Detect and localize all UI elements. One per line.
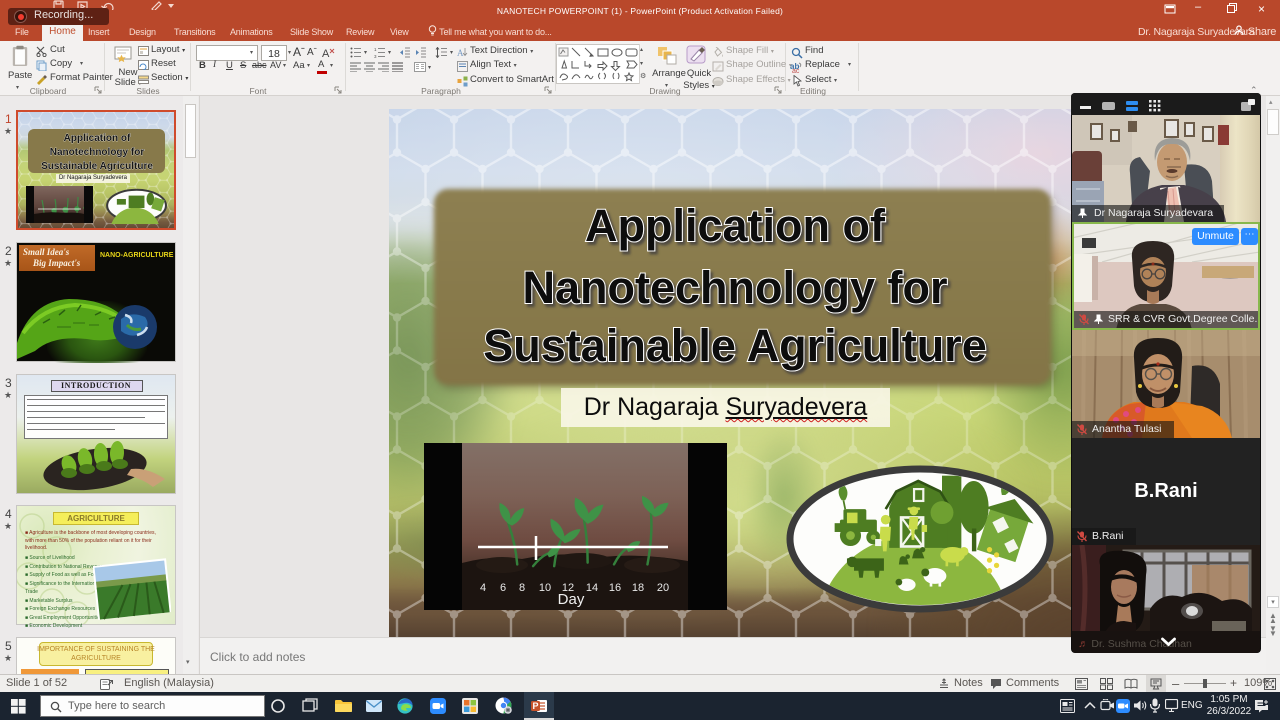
svg-text:8: 8	[519, 582, 525, 594]
svg-text:Application of: Application of	[64, 133, 131, 144]
svg-text:Day: Day	[558, 591, 585, 608]
svg-text:14: 14	[586, 582, 598, 594]
svg-text:ac: ac	[792, 68, 800, 73]
svg-text:3: 3	[374, 54, 377, 58]
svg-text:16: 16	[609, 582, 621, 594]
svg-text:6: 6	[500, 582, 506, 594]
svg-text:10: 10	[539, 582, 551, 594]
svg-text:Nanotechnology for: Nanotechnology for	[523, 262, 948, 313]
svg-text:A: A	[322, 48, 330, 59]
svg-text:1: 1	[374, 47, 377, 52]
svg-text:Nanotechnology for: Nanotechnology for	[50, 147, 145, 158]
svg-text:Sustainable Agriculture: Sustainable Agriculture	[41, 161, 153, 172]
svg-text:Application of: Application of	[585, 200, 886, 251]
svg-text:P: P	[533, 701, 539, 711]
svg-text:A: A	[457, 48, 464, 58]
svg-text:20: 20	[657, 582, 669, 594]
svg-text:Sustainable Agriculture: Sustainable Agriculture	[483, 320, 986, 371]
svg-text:4: 4	[480, 582, 486, 594]
svg-text:18: 18	[632, 582, 644, 594]
